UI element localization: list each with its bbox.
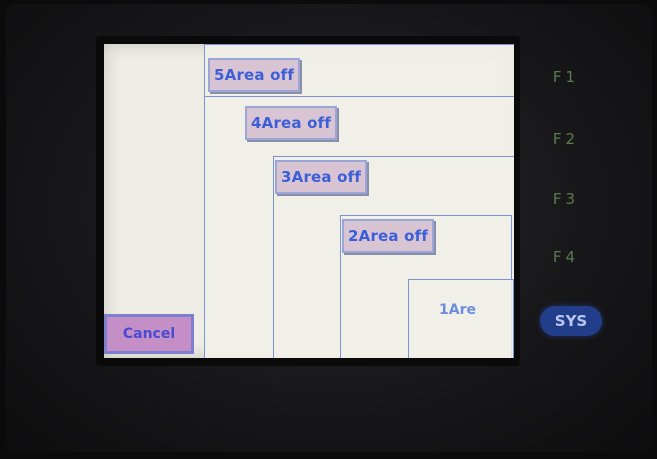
area-2-off-button[interactable]: 2Area off: [342, 219, 435, 253]
area-1: [408, 279, 514, 358]
f2-key[interactable]: F2: [551, 128, 581, 150]
area-4-off-button[interactable]: 4Area off: [245, 106, 338, 140]
f4-key[interactable]: F4: [551, 246, 581, 268]
sys-key[interactable]: SYS: [540, 306, 602, 336]
area-5-off-button[interactable]: 5Area off: [208, 58, 301, 92]
f3-key[interactable]: F3: [551, 188, 581, 210]
area-1-label: 1Are: [439, 302, 476, 318]
cancel-button[interactable]: Cancel: [104, 314, 194, 354]
touch-screen: 5Area off 4Area off 3Area off 2Area off …: [104, 44, 514, 358]
f1-key[interactable]: F1: [551, 66, 581, 88]
area-3-off-button[interactable]: 3Area off: [275, 160, 368, 194]
